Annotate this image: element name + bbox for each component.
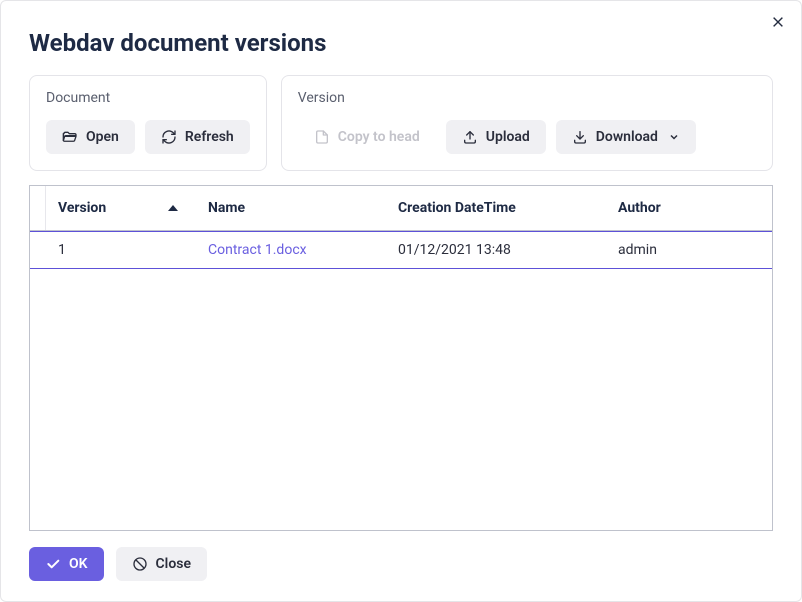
- ok-button-label: OK: [69, 556, 88, 572]
- version-buttons: Copy to head Upload Download: [298, 120, 756, 154]
- row-gutter: [30, 232, 46, 268]
- table-header: Version Name Creation DateTime Author: [30, 186, 772, 231]
- file-icon: [314, 129, 330, 145]
- cell-name[interactable]: Contract 1.docx: [196, 232, 386, 268]
- document-panel-title: Document: [46, 90, 250, 106]
- table-row[interactable]: 1 Contract 1.docx 01/12/2021 13:48 admin: [30, 231, 772, 269]
- column-header-author[interactable]: Author: [606, 186, 772, 230]
- document-buttons: Open Refresh: [46, 120, 250, 154]
- ok-button[interactable]: OK: [29, 547, 104, 581]
- sort-asc-icon: [168, 205, 178, 211]
- close-button-label: Close: [156, 556, 191, 572]
- close-button[interactable]: Close: [116, 547, 207, 581]
- close-icon[interactable]: [769, 13, 787, 31]
- dialog-title: Webdav document versions: [29, 29, 773, 57]
- download-button[interactable]: Download: [556, 120, 696, 154]
- column-header-created-label: Creation DateTime: [398, 200, 516, 216]
- refresh-icon: [161, 129, 177, 145]
- column-header-author-label: Author: [618, 200, 661, 216]
- cell-version: 1: [46, 232, 196, 268]
- upload-button[interactable]: Upload: [446, 120, 546, 154]
- header-gutter: [30, 186, 46, 230]
- table-body: 1 Contract 1.docx 01/12/2021 13:48 admin: [30, 231, 772, 530]
- open-button-label: Open: [86, 129, 119, 145]
- version-panel: Version Copy to head Upload: [281, 75, 773, 171]
- copy-to-head-button: Copy to head: [298, 120, 436, 154]
- copy-to-head-label: Copy to head: [338, 129, 420, 145]
- dialog-footer: OK Close: [29, 547, 773, 581]
- dialog: Webdav document versions Document Open R…: [0, 0, 802, 602]
- upload-button-label: Upload: [486, 129, 530, 145]
- cancel-icon: [132, 556, 148, 572]
- refresh-button-label: Refresh: [185, 129, 234, 145]
- column-header-version[interactable]: Version: [46, 186, 196, 230]
- panels-row: Document Open Refresh Version: [29, 75, 773, 171]
- folder-open-icon: [62, 129, 78, 145]
- versions-table: Version Name Creation DateTime Author 1 …: [29, 185, 773, 531]
- cell-author: admin: [606, 232, 772, 268]
- cell-created: 01/12/2021 13:48: [386, 232, 606, 268]
- check-icon: [45, 556, 61, 572]
- version-panel-title: Version: [298, 90, 756, 106]
- download-button-label: Download: [596, 129, 658, 145]
- chevron-down-icon: [668, 131, 680, 143]
- download-icon: [572, 129, 588, 145]
- document-panel: Document Open Refresh: [29, 75, 267, 171]
- column-header-name-label: Name: [208, 200, 245, 216]
- refresh-button[interactable]: Refresh: [145, 120, 250, 154]
- upload-icon: [462, 129, 478, 145]
- column-header-created[interactable]: Creation DateTime: [386, 186, 606, 230]
- column-header-version-label: Version: [58, 200, 106, 216]
- open-button[interactable]: Open: [46, 120, 135, 154]
- column-header-name[interactable]: Name: [196, 186, 386, 230]
